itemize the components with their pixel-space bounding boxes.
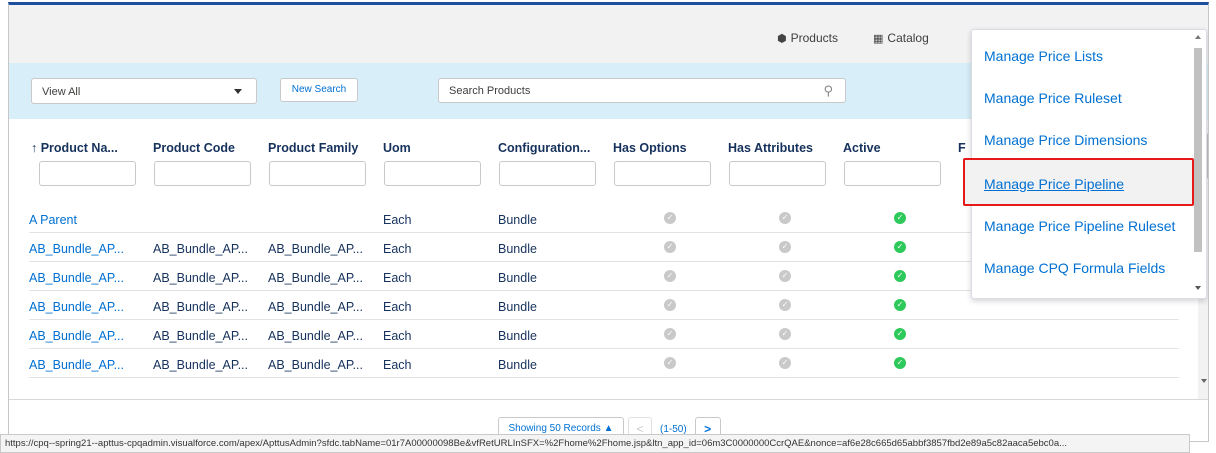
menu-item-manage-cpq-formula-fields[interactable]: Manage CPQ Formula Fields <box>984 260 1165 276</box>
filter-input-has-options[interactable] <box>614 161 711 186</box>
scroll-up-arrow-icon[interactable] <box>1195 35 1201 39</box>
configuration-cell: Bundle <box>498 329 537 343</box>
menu-item-manage-price-pipeline[interactable]: Manage Price Pipeline <box>984 176 1124 192</box>
product-name-link[interactable]: AB_Bundle_AP... <box>29 329 124 343</box>
products-label: Products <box>790 31 838 45</box>
product-family-cell: AB_Bundle_AP... <box>268 329 363 343</box>
menu-item-manage-price-ruleset[interactable]: Manage Price Ruleset <box>984 90 1122 106</box>
menu-item-manage-price-dimensions[interactable]: Manage Price Dimensions <box>984 132 1147 148</box>
product-family-cell: AB_Bundle_AP... <box>268 300 363 314</box>
product-code-cell: AB_Bundle_AP... <box>153 358 248 372</box>
column-header-product-name[interactable]: ↑ Product Na... <box>31 141 118 155</box>
table-row[interactable]: AB_Bundle_AP... AB_Bundle_AP... AB_Bundle_… <box>29 349 1179 378</box>
view-select[interactable]: View All <box>31 78 257 104</box>
configuration-cell: Bundle <box>498 271 537 285</box>
column-header-has-attributes[interactable]: Has Attributes <box>728 141 813 155</box>
product-code-cell: AB_Bundle_AP... <box>153 242 248 256</box>
filter-input-product-code[interactable] <box>154 161 251 186</box>
product-name-link[interactable]: AB_Bundle_AP... <box>29 358 124 372</box>
view-select-value: View All <box>42 86 81 98</box>
scroll-down-arrow-icon[interactable] <box>1201 379 1207 383</box>
has-options-check-icon: ✓ <box>664 212 676 224</box>
catalog-nav-link[interactable]: ▦ Catalog <box>873 31 929 45</box>
filter-input-has-attributes[interactable] <box>729 161 826 186</box>
search-placeholder: Search Products <box>449 85 531 97</box>
filter-input-product-name[interactable] <box>39 161 136 186</box>
cube-icon: ⬢ <box>777 32 787 45</box>
configuration-cell: Bundle <box>498 358 537 372</box>
product-name-link[interactable]: AB_Bundle_AP... <box>29 271 124 285</box>
new-search-button[interactable]: New Search <box>280 78 358 102</box>
menu-item-manage-price-pipeline-ruleset[interactable]: Manage Price Pipeline Ruleset <box>984 218 1175 234</box>
has-options-check-icon: ✓ <box>664 241 676 253</box>
search-icon[interactable]: ⚲ <box>823 83 833 99</box>
has-attributes-check-icon: ✓ <box>779 241 791 253</box>
column-header-active[interactable]: Active <box>843 141 881 155</box>
filter-input-configuration[interactable] <box>499 161 596 186</box>
has-attributes-check-icon: ✓ <box>779 212 791 224</box>
catalog-label: Catalog <box>887 31 929 45</box>
page-range: (1-50) <box>660 423 687 435</box>
uom-cell: Each <box>383 329 412 343</box>
product-code-cell: AB_Bundle_AP... <box>153 329 248 343</box>
filter-input-product-family[interactable] <box>269 161 366 186</box>
has-attributes-check-icon: ✓ <box>779 357 791 369</box>
has-options-check-icon: ✓ <box>664 328 676 340</box>
active-check-icon: ✓ <box>894 241 906 253</box>
product-name-link[interactable]: A Parent <box>29 213 77 227</box>
uom-cell: Each <box>383 300 412 314</box>
product-family-cell: AB_Bundle_AP... <box>268 271 363 285</box>
column-header-uom[interactable]: Uom <box>383 141 411 155</box>
column-header-has-options[interactable]: Has Options <box>613 141 687 155</box>
product-name-link[interactable]: AB_Bundle_AP... <box>29 242 124 256</box>
has-options-check-icon: ✓ <box>664 270 676 282</box>
configuration-cell: Bundle <box>498 300 537 314</box>
scroll-down-arrow-icon[interactable] <box>1195 286 1201 290</box>
uom-cell: Each <box>383 358 412 372</box>
menu-item-manage-price-lists[interactable]: Manage Price Lists <box>984 48 1103 64</box>
grid-icon: ▦ <box>873 32 884 45</box>
has-attributes-check-icon: ✓ <box>779 270 791 282</box>
admin-menu-dropdown: Manage Price Lists Manage Price Ruleset … <box>963 29 1207 299</box>
filter-input-uom[interactable] <box>384 161 481 186</box>
active-check-icon: ✓ <box>894 328 906 340</box>
divider <box>9 399 1208 400</box>
active-check-icon: ✓ <box>894 299 906 311</box>
chevron-down-icon <box>234 89 242 94</box>
has-options-check-icon: ✓ <box>664 299 676 311</box>
scroll-thumb[interactable] <box>1194 48 1202 252</box>
column-header-product-family[interactable]: Product Family <box>268 141 358 155</box>
active-check-icon: ✓ <box>894 357 906 369</box>
product-name-link[interactable]: AB_Bundle_AP... <box>29 300 124 314</box>
column-header-configuration[interactable]: Configuration... <box>498 141 590 155</box>
has-attributes-check-icon: ✓ <box>779 328 791 340</box>
filter-input-active[interactable] <box>844 161 941 186</box>
app-frame: ⬢ Products ▦ Catalog View All New Search… <box>8 2 1209 442</box>
column-header-product-code[interactable]: Product Code <box>153 141 235 155</box>
configuration-cell: Bundle <box>498 242 537 256</box>
table-row[interactable]: AB_Bundle_AP... AB_Bundle_AP... AB_Bundle_… <box>29 320 1179 349</box>
product-code-cell: AB_Bundle_AP... <box>153 271 248 285</box>
active-check-icon: ✓ <box>894 270 906 282</box>
has-options-check-icon: ✓ <box>664 357 676 369</box>
status-bar-url: https://cpq--spring21--apttus-cpqadmin.v… <box>0 434 1190 453</box>
search-products-input[interactable]: Search Products ⚲ <box>438 78 846 103</box>
uom-cell: Each <box>383 271 412 285</box>
product-code-cell: AB_Bundle_AP... <box>153 300 248 314</box>
active-check-icon: ✓ <box>894 212 906 224</box>
has-attributes-check-icon: ✓ <box>779 299 791 311</box>
column-header-truncated[interactable]: F <box>958 141 966 155</box>
products-nav-link[interactable]: ⬢ Products <box>777 31 838 45</box>
configuration-cell: Bundle <box>498 213 537 227</box>
uom-cell: Each <box>383 242 412 256</box>
uom-cell: Each <box>383 213 412 227</box>
product-family-cell: AB_Bundle_AP... <box>268 358 363 372</box>
product-family-cell: AB_Bundle_AP... <box>268 242 363 256</box>
dropdown-scrollbar[interactable] <box>1192 32 1204 296</box>
